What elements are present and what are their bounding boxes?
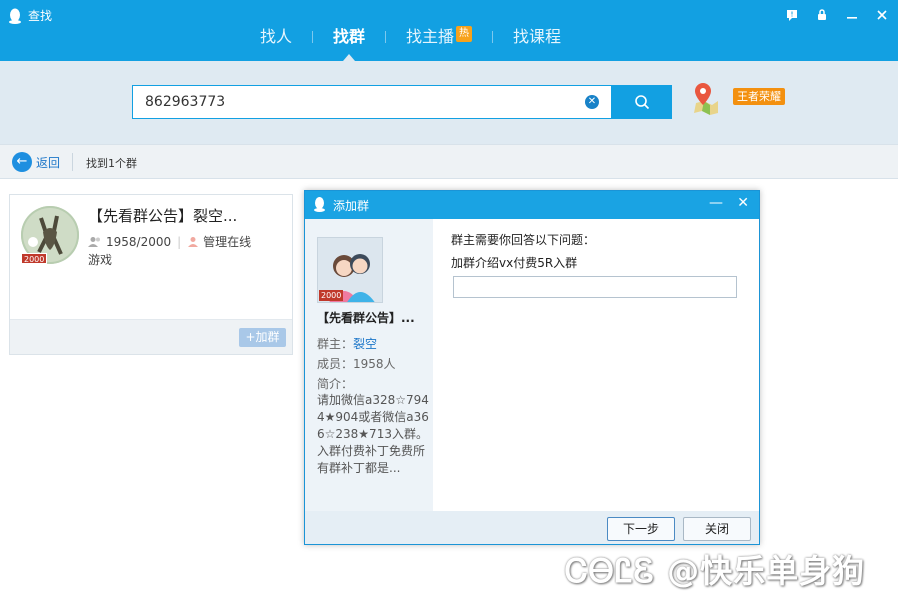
join-group-button[interactable]: +加群 [239,328,286,347]
window-controls [782,6,892,24]
card-footer: +加群 [10,319,292,354]
owner-label: 群主： [317,337,354,351]
group-owner: 群主：裂空 [317,335,377,352]
admin-status: 管理在线 [203,235,252,249]
search-input[interactable] [133,86,553,118]
level-badge: 2000 [21,253,48,264]
admin-icon [188,236,199,247]
question-text: 加群介绍vx付费5R入群 [451,256,578,270]
location-tag[interactable]: 王者荣耀 [733,88,785,105]
app-title: 查找 [8,7,52,24]
tab-find-group[interactable]: 找群 [313,22,385,61]
back-button[interactable]: ← 返回 [12,152,60,172]
search-button[interactable] [611,85,672,119]
result-bar: ← 返回 找到1个群 [0,144,898,179]
minimize-icon[interactable] [842,6,862,24]
group-members-row: 1958/2000 | 管理在线 [88,233,251,250]
divider [72,153,73,171]
group-name[interactable]: 【先看群公告】裂空... [88,205,237,226]
tab-find-course[interactable]: 找课程 [493,22,581,52]
answer-input[interactable] [453,276,737,298]
search-icon [634,95,649,110]
owner-name-link[interactable]: 裂空 [353,337,377,351]
search-box: ✕ [132,85,612,119]
tab-find-streamer[interactable]: 找主播热 [386,22,492,52]
group-category: 游戏 [88,253,113,267]
level-badge: 2000 [319,290,344,301]
dialog-close-icon[interactable]: ✕ [737,195,749,211]
tab-find-people[interactable]: 找人 [240,22,312,52]
dialog-minimize-icon[interactable]: — [709,195,723,211]
clear-icon[interactable]: ✕ [585,95,599,109]
lock-icon[interactable] [812,6,832,24]
group-card[interactable]: 2000 【先看群公告】裂空... 1958/2000 | 管理在线 游戏 +加… [9,194,293,355]
intro-label: 简介： [317,377,354,391]
dialog-title: 添加群 [333,199,370,213]
qq-penguin-icon [9,8,21,24]
member-count: 1958/2000 [106,234,172,249]
dialog-titlebar: 添加群 — ✕ [305,191,759,219]
intro-text: 请加微信a328☆7944★904或者微信a366☆238★713入群。入群付费… [317,393,429,475]
question-panel: 群主需要你回答以下问题： 加群介绍vx付费5R入群 [451,231,595,271]
group-member-count: 成员：1958人 [317,357,396,371]
close-button[interactable]: 关闭 [683,517,751,541]
question-header: 群主需要你回答以下问题： [451,233,596,247]
header-bar: 查找 找人 找群 找主播热 找课程 [0,0,898,61]
feedback-icon[interactable] [782,6,802,24]
nav-tabs: 找人 找群 找主播热 找课程 [240,22,581,61]
group-name: 【先看群公告】... [317,311,415,325]
group-info-panel: 2000 【先看群公告】... 群主：裂空 成员：1958人 简介： 请加微信a… [305,219,433,511]
members-icon [88,236,100,247]
separator: | [177,234,182,249]
window-title: 查找 [28,9,53,23]
close-icon[interactable] [872,6,892,24]
location-pin-icon[interactable] [690,81,720,115]
watermark: ᏟᎾᏝᏋ @快乐单身狗 [565,552,866,590]
back-label: 返回 [36,155,61,170]
result-count: 找到1个群 [86,157,137,170]
back-arrow-icon: ← [12,152,32,172]
search-band: ✕ 王者荣耀 [0,61,898,144]
qq-penguin-icon [314,197,325,212]
next-step-button[interactable]: 下一步 [607,517,675,541]
dialog-footer: 下一步 关闭 [305,511,759,544]
hot-badge: 热 [456,26,473,42]
add-group-dialog: 添加群 — ✕ 2000 【先看群公告】... 群主：裂空 成员：1958人 简… [304,190,760,545]
